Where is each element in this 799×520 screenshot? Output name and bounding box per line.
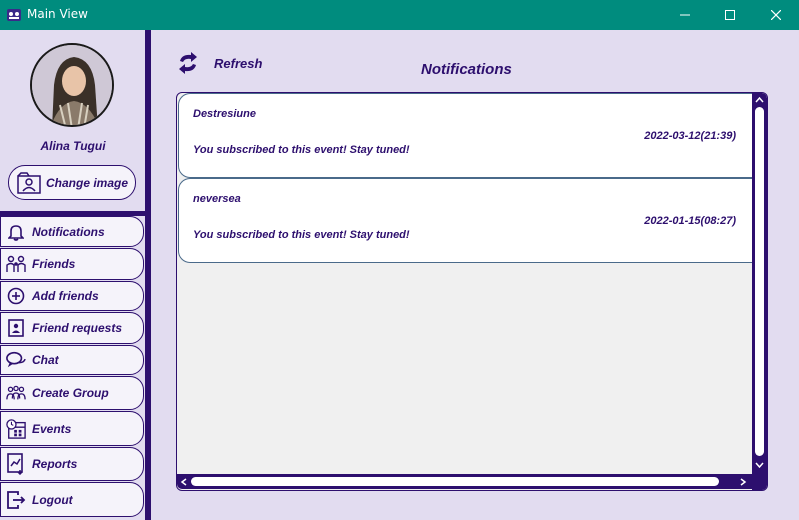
sidebar-divider xyxy=(145,30,151,520)
user-name: Alina Tugui xyxy=(40,139,106,153)
sidebar-item-create-group[interactable]: Create Group xyxy=(0,376,144,410)
notification-item[interactable]: neversea 2022-01-15(08:27) You subscribe… xyxy=(178,178,752,263)
sidebar-item-friend-requests[interactable]: Friend requests xyxy=(0,312,144,344)
sidebar-item-label: Chat xyxy=(32,353,59,367)
notification-date: 2022-03-12(21:39) xyxy=(644,130,736,142)
sidebar-item-logout[interactable]: Logout xyxy=(0,482,144,517)
sidebar-item-notifications[interactable]: Notifications xyxy=(0,216,144,247)
notification-event: Destresiune xyxy=(193,108,256,120)
sidebar-item-reports[interactable]: Reports xyxy=(0,447,144,481)
bell-icon xyxy=(6,222,26,242)
sidebar-item-chat[interactable]: Chat xyxy=(0,345,144,375)
change-image-button[interactable]: Change image xyxy=(8,165,136,200)
refresh-label: Refresh xyxy=(214,55,263,71)
scroll-down-icon xyxy=(755,462,764,469)
avatar xyxy=(30,43,114,127)
profile-photo xyxy=(32,45,112,125)
sidebar-item-label: Add friends xyxy=(32,289,99,303)
maximize-button[interactable] xyxy=(707,0,753,30)
close-button[interactable] xyxy=(753,0,799,30)
horizontal-scrollbar[interactable] xyxy=(177,474,752,489)
vertical-scrollbar[interactable] xyxy=(752,93,767,473)
logout-icon xyxy=(6,490,26,510)
window-title: Main View xyxy=(27,7,88,21)
minimize-button[interactable] xyxy=(662,0,708,30)
request-doc-icon xyxy=(6,318,26,338)
close-icon xyxy=(771,10,781,20)
scroll-left-icon xyxy=(180,478,187,486)
sidebar-item-label: Friends xyxy=(32,257,76,271)
sidebar-item-label: Logout xyxy=(32,492,73,507)
sidebar-item-label: Notifications xyxy=(32,224,105,239)
vertical-scroll-thumb[interactable] xyxy=(755,107,764,456)
horizontal-scroll-thumb[interactable] xyxy=(191,477,719,486)
chat-icon xyxy=(6,350,26,370)
minimize-icon xyxy=(680,14,690,16)
sidebar-item-events[interactable]: Events xyxy=(0,411,144,446)
sidebar-item-add-friends[interactable]: Add friends xyxy=(0,281,144,311)
notification-message: You subscribed to this event! Stay tuned… xyxy=(193,229,410,241)
notification-event: neversea xyxy=(193,193,241,205)
refresh-icon xyxy=(179,52,197,74)
sidebar-item-label: Reports xyxy=(32,457,78,471)
scroll-corner xyxy=(752,473,767,490)
sidebar-item-label: Friend requests xyxy=(32,321,123,335)
page-title: Notifications xyxy=(421,61,512,78)
title-bar: Main View xyxy=(0,0,799,30)
notifications-list[interactable]: Destresiune 2022-03-12(21:39) You subscr… xyxy=(176,92,768,491)
add-circle-icon xyxy=(6,286,26,306)
image-frame-icon xyxy=(17,171,41,194)
change-image-label: Change image xyxy=(46,175,129,190)
sidebar-item-friends[interactable]: Friends xyxy=(0,248,144,280)
notification-message: You subscribed to this event! Stay tuned… xyxy=(193,144,410,156)
notification-item[interactable]: Destresiune 2022-03-12(21:39) You subscr… xyxy=(178,93,752,178)
scroll-right-icon xyxy=(740,478,747,486)
group-icon xyxy=(6,383,26,403)
refresh-button[interactable]: Refresh xyxy=(176,50,262,76)
app-icon xyxy=(7,9,21,21)
friends-icon xyxy=(6,254,26,274)
notification-date: 2022-01-15(08:27) xyxy=(644,215,736,227)
report-icon xyxy=(6,453,26,475)
sidebar-item-label: Create Group xyxy=(32,386,109,400)
sidebar-item-label: Events xyxy=(32,421,72,436)
maximize-icon xyxy=(725,10,735,20)
scroll-up-icon xyxy=(755,96,764,103)
calendar-icon xyxy=(6,418,26,439)
